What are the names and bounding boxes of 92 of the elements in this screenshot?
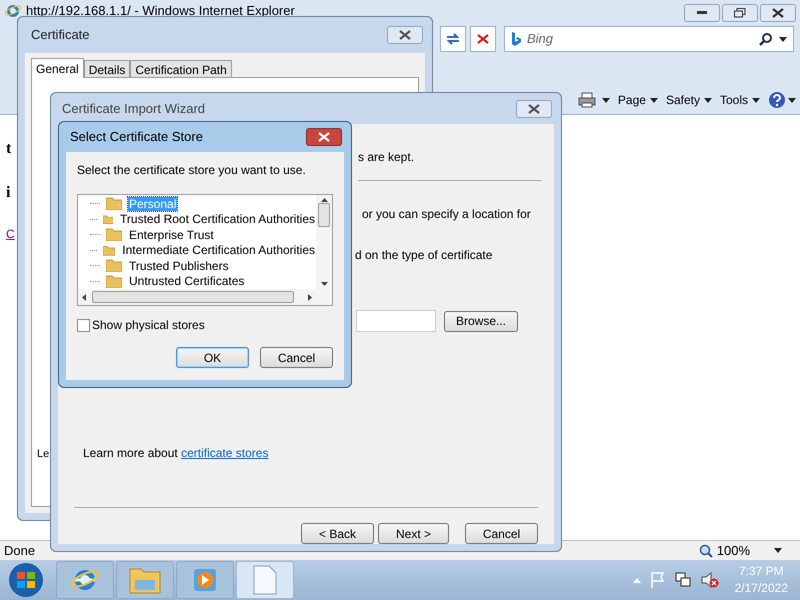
caret-icon xyxy=(704,98,712,102)
tree-item[interactable]: Trusted Root Certification Authorities xyxy=(119,212,316,226)
search-icon xyxy=(698,544,713,558)
back-button[interactable]: < Back xyxy=(301,523,374,544)
tree-item[interactable]: Enterprise Trust xyxy=(128,228,215,242)
window-title: http://192.168.1.1/ - Windows Internet Explorer xyxy=(26,2,295,20)
file-name-field[interactable] xyxy=(356,310,436,332)
horizontal-scrollbar[interactable] xyxy=(78,289,332,305)
command-menu[interactable]: Page xyxy=(618,91,658,109)
caret-icon xyxy=(602,98,610,102)
folder-icon[interactable] xyxy=(129,566,161,594)
caret-icon xyxy=(650,98,658,102)
tree-item[interactable]: Untrusted Certificates xyxy=(128,274,246,288)
tab[interactable]: Details xyxy=(84,60,130,77)
flag-icon[interactable] xyxy=(650,572,665,588)
scroll-thumb[interactable] xyxy=(318,202,330,226)
tab[interactable]: Certification Path xyxy=(130,60,232,77)
folder-icon xyxy=(103,244,116,257)
media-player-icon[interactable] xyxy=(191,566,219,594)
taskbar-button[interactable] xyxy=(236,561,294,599)
window-title: Certificate Import Wizard xyxy=(62,100,206,118)
stop-button[interactable] xyxy=(470,26,496,52)
certificate-stores-link[interactable]: certificate stores xyxy=(181,446,268,460)
help-button[interactable] xyxy=(768,91,796,109)
document-icon[interactable] xyxy=(253,565,277,595)
close-icon xyxy=(399,30,411,40)
status-text: Done xyxy=(4,542,36,560)
browse-button[interactable]: Browse... xyxy=(444,310,518,332)
folder-icon xyxy=(102,212,114,226)
show-hidden-icon[interactable] xyxy=(632,578,641,582)
clock-time: 7:37 PM xyxy=(738,563,784,580)
folder-icon xyxy=(106,197,122,210)
clock-date: 2/17/2022 xyxy=(734,580,788,597)
down-arrow-icon xyxy=(320,282,328,286)
command-menu[interactable]: Safety xyxy=(666,91,712,109)
vertical-scrollbar[interactable] xyxy=(316,195,332,289)
close-icon xyxy=(528,104,540,114)
page-text: C xyxy=(6,226,15,243)
folder-icon xyxy=(106,259,122,272)
caret-icon xyxy=(752,98,760,102)
close-button[interactable] xyxy=(306,128,342,146)
page-text: t xyxy=(6,139,12,159)
caret-icon xyxy=(774,548,782,553)
next-button[interactable]: Next > xyxy=(378,523,449,544)
refresh-icon xyxy=(446,33,460,45)
cancel-button[interactable]: Cancel xyxy=(465,523,538,544)
search-box[interactable]: Bing xyxy=(504,26,794,52)
body-text: s are kept. xyxy=(358,149,416,166)
window-title: Select Certificate Store xyxy=(70,128,203,146)
learn-more-text: Learn more about certificate stores xyxy=(83,446,268,460)
help-icon xyxy=(768,91,786,109)
minimize-button[interactable] xyxy=(684,4,720,22)
taskbar-button[interactable] xyxy=(116,561,174,599)
body-text: or you can specify a location for xyxy=(362,206,532,223)
ok-button[interactable]: OK xyxy=(176,347,249,368)
restore-icon xyxy=(734,8,746,18)
command-menu[interactable]: Tools xyxy=(720,91,760,109)
print-button[interactable] xyxy=(578,92,610,108)
close-icon xyxy=(477,34,489,44)
refresh-button[interactable] xyxy=(440,26,466,52)
search-engine-icon xyxy=(511,32,521,46)
body-text: Le xyxy=(37,446,50,462)
body-text: d on the type of certificate xyxy=(355,247,494,264)
tree-item[interactable]: Trusted Publishers xyxy=(128,258,230,273)
muted-speaker-icon[interactable] xyxy=(700,572,719,588)
search-icon[interactable] xyxy=(759,32,773,46)
caret-icon xyxy=(779,36,787,42)
checkbox[interactable] xyxy=(77,318,90,332)
prompt-text: Select the certificate store you want to use. xyxy=(77,162,307,179)
close-button[interactable] xyxy=(760,4,796,22)
close-button[interactable] xyxy=(387,26,423,44)
up-arrow-icon xyxy=(320,198,328,202)
folder-icon xyxy=(106,228,122,242)
zoom-level[interactable]: 100% xyxy=(716,540,750,560)
tab[interactable]: General xyxy=(31,58,84,78)
search-input[interactable]: Bing xyxy=(527,29,753,49)
network-icon[interactable] xyxy=(674,572,691,588)
minimize-icon xyxy=(697,11,707,15)
maximize-button[interactable] xyxy=(722,4,758,22)
close-icon xyxy=(772,8,784,18)
page-text: i xyxy=(6,183,10,203)
close-icon xyxy=(318,132,330,142)
caret-icon xyxy=(788,98,796,102)
printer-icon xyxy=(578,92,596,108)
checkbox-label: Show physical stores xyxy=(92,317,205,334)
close-button[interactable] xyxy=(516,100,552,118)
right-arrow-icon xyxy=(308,294,312,300)
left-arrow-icon xyxy=(82,294,86,300)
taskbar-button[interactable] xyxy=(56,561,114,599)
window-title: Certificate xyxy=(31,26,90,44)
tree-item[interactable]: Intermediate Certification Authorities xyxy=(121,243,316,258)
cancel-button[interactable]: Cancel xyxy=(260,347,333,368)
